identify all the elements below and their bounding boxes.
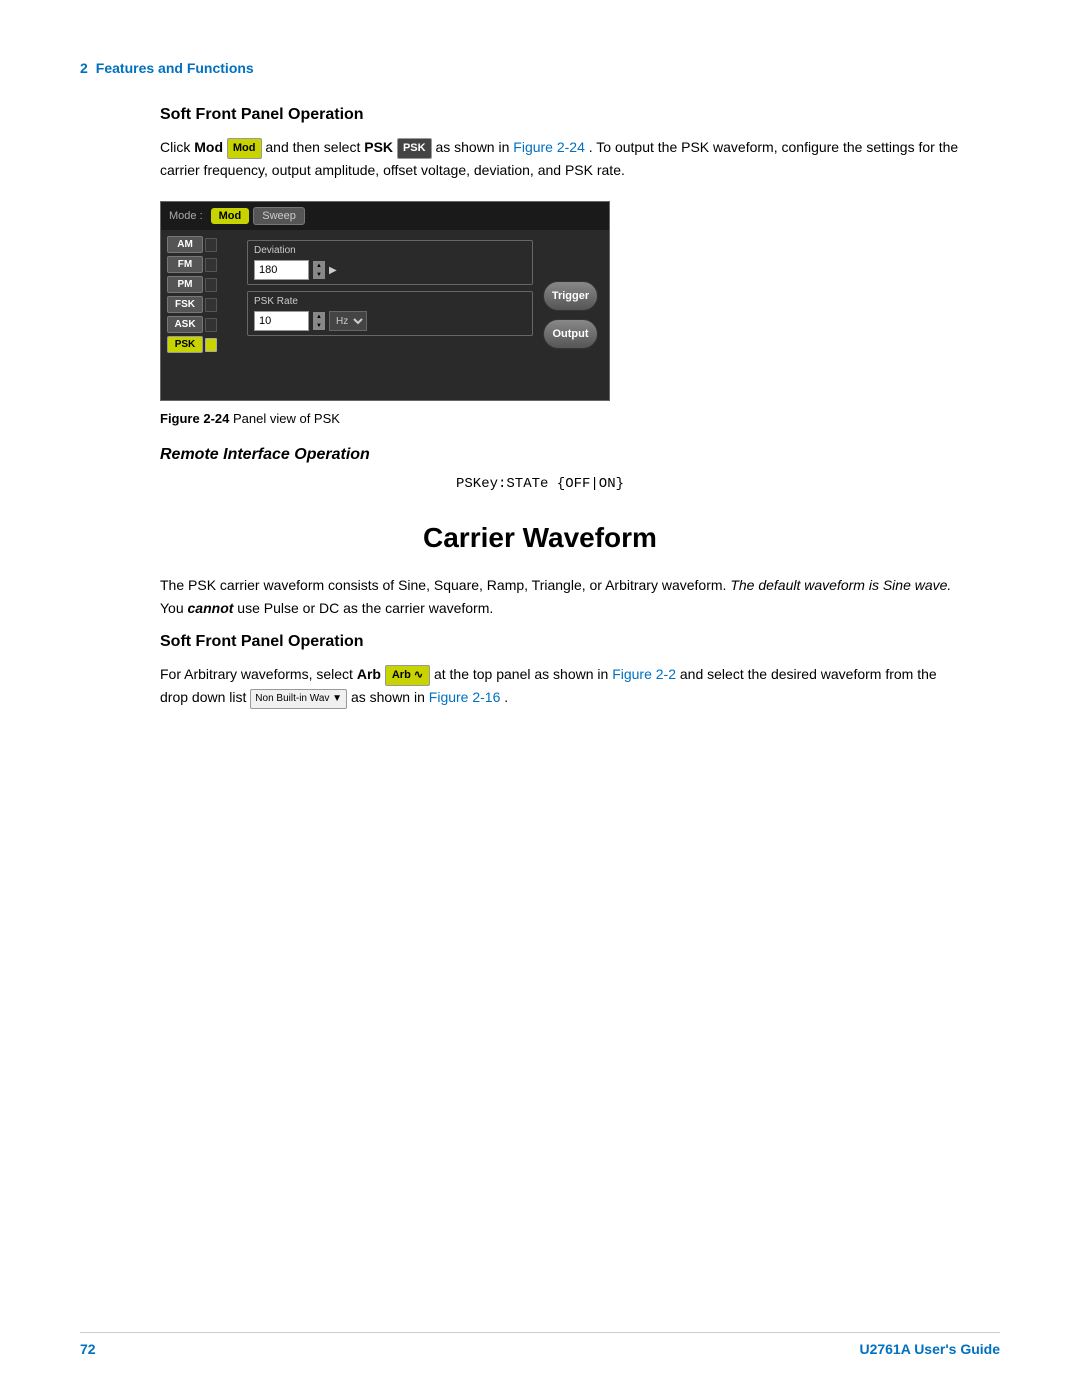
para1-bold2: PSK [364,139,393,155]
psk-rate-input[interactable] [254,311,309,331]
chapter-number: 2 [80,60,88,76]
section1-heading: Soft Front Panel Operation [160,106,1000,124]
page-container: 2 Features and Functions Soft Front Pane… [0,0,1080,1397]
carrier-text3: use Pulse or DC as the carrier waveform. [233,600,493,616]
carrier-italic1: The default waveform is Sine wave. [730,577,951,593]
code-block: PSKey:STATe {OFF|ON} [160,476,920,492]
psk-rate-input-row: ▲ ▼ Hz kHz MHz [254,311,526,331]
pm-indicator [205,278,217,292]
fm-button[interactable]: FM [167,256,203,273]
mod-row-psk: PSK [167,336,237,353]
trigger-button[interactable]: Trigger [543,281,598,311]
right-buttons: Trigger Output [543,236,603,394]
figure-label: Figure 2-24 [160,411,229,426]
mod-button[interactable]: Mod [211,208,250,224]
non-builtin-dropdown[interactable]: Non Built-in Wav ▼ [250,689,347,709]
carrier-para1: The PSK carrier waveform consists of Sin… [160,574,960,619]
mod-inline-btn: Mod [227,138,262,160]
ask-button[interactable]: ASK [167,316,203,333]
mod-buttons-panel: AM FM PM FSK ASK [167,236,237,394]
hz-dropdown[interactable]: Hz kHz MHz [329,311,367,331]
deviation-arrow: ▶ [329,265,337,276]
fm-indicator [205,258,217,272]
s4-text1: For Arbitrary waveforms, select [160,666,357,682]
deviation-down[interactable]: ▼ [313,270,325,279]
para1-text1: Click [160,139,194,155]
psk-rate-label: PSK Rate [254,296,526,307]
sweep-button[interactable]: Sweep [253,207,305,225]
carrier-text2: You [160,600,188,616]
mod-row-fsk: FSK [167,296,237,313]
carrier-italic2: cannot [188,600,234,616]
deviation-spinner: ▲ ▼ [313,261,325,279]
figure-2-24-link[interactable]: Figure 2-24 [513,139,585,155]
ask-indicator [205,318,217,332]
s4-text5: . [504,689,508,705]
panel-screenshot: Mode : Mod Sweep AM FM PM [160,201,610,401]
section4-para1: For Arbitrary waveforms, select Arb Arb … [160,663,960,708]
panel-body: AM FM PM FSK ASK [161,230,609,400]
para1-text2: and then select [265,139,364,155]
deviation-label: Deviation [254,245,526,256]
mod-row-pm: PM [167,276,237,293]
psk-rate-group: PSK Rate ▲ ▼ Hz kHz MHz [247,291,533,336]
figure-text: Panel view of PSK [233,411,340,426]
am-indicator [205,238,217,252]
page-footer: 72 U2761A User's Guide [80,1332,1000,1357]
s4-text2: at the top panel as shown in [434,666,612,682]
para1-bold1: Mod [194,139,223,155]
section4-heading: Soft Front Panel Operation [160,633,1000,651]
psk-button[interactable]: PSK [167,336,203,353]
psk-indicator [205,338,217,352]
figure-caption: Figure 2-24 Panel view of PSK [160,411,1000,426]
remote-heading: Remote Interface Operation [160,446,1000,464]
mode-bar: Mode : Mod Sweep [161,202,609,230]
chapter-title-header: Features and Functions [96,60,254,76]
mod-row-ask: ASK [167,316,237,333]
figure-2-2-link[interactable]: Figure 2-2 [612,666,676,682]
arb-inline-btn: Arb ∿ [385,665,430,687]
psk-inline-btn: PSK [397,138,432,160]
main-section-title: Carrier Waveform [80,522,1000,554]
pm-button[interactable]: PM [167,276,203,293]
fsk-button[interactable]: FSK [167,296,203,313]
psk-rate-up[interactable]: ▲ [313,312,325,321]
am-button[interactable]: AM [167,236,203,253]
section1-para1: Click Mod Mod and then select PSK PSK as… [160,136,960,181]
settings-area: Deviation ▲ ▼ ▶ PSK Rate [243,236,537,394]
deviation-up[interactable]: ▲ [313,261,325,270]
para1-pskbtn: PSK [397,139,436,155]
psk-rate-down[interactable]: ▼ [313,321,325,330]
deviation-input[interactable] [254,260,309,280]
deviation-group: Deviation ▲ ▼ ▶ [247,240,533,285]
footer-guide-title: U2761A User's Guide [859,1341,1000,1357]
s4-text4: as shown in [351,689,429,705]
para1-text3: as shown in [435,139,513,155]
figure-2-16-link[interactable]: Figure 2-16 [429,689,501,705]
deviation-input-row: ▲ ▼ ▶ [254,260,526,280]
mode-label: Mode : [169,210,203,222]
s4-arbbtn: Arb ∿ [385,666,434,682]
psk-rate-spinner: ▲ ▼ [313,312,325,330]
output-button[interactable]: Output [543,319,598,349]
s4-bold1: Arb [357,666,381,682]
chapter-header: 2 Features and Functions [80,60,1000,76]
mod-row-am: AM [167,236,237,253]
mod-row-fm: FM [167,256,237,273]
para1-modbtn: Mod [227,139,266,155]
carrier-text1: The PSK carrier waveform consists of Sin… [160,577,730,593]
footer-page-number: 72 [80,1341,96,1357]
fsk-indicator [205,298,217,312]
